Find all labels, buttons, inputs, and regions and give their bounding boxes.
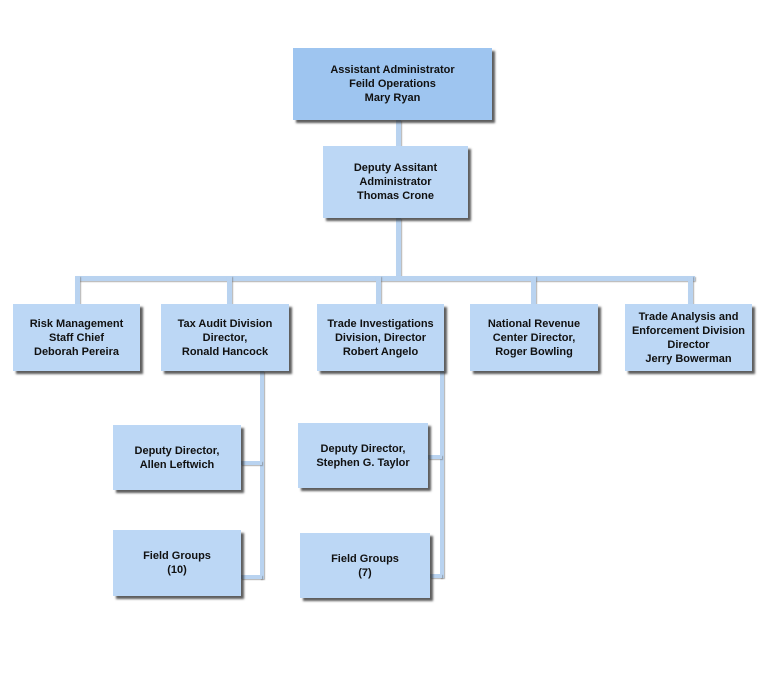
box-line: Trade Analysis and xyxy=(638,310,739,323)
connector-tax-audit-to-deputy xyxy=(241,461,262,465)
box-tax-audit-field-groups: Field Groups (10) xyxy=(113,530,241,596)
box-line: Feild Operations xyxy=(349,78,436,90)
box-line: National Revenue xyxy=(487,317,581,330)
box-line: Deborah Pereira xyxy=(34,345,119,358)
connector-trade-inv-spine xyxy=(440,371,444,578)
box-line: Deputy Director, xyxy=(134,444,220,457)
box-line: Ronald Hancock xyxy=(181,345,269,358)
box-national-revenue-center: National Revenue Center Director, Roger … xyxy=(470,304,598,371)
box-line: Center Director, xyxy=(492,331,576,344)
connector-tax-audit-to-field-groups xyxy=(241,575,262,579)
box-line: Staff Chief xyxy=(49,331,104,344)
box-line: Thomas Crone xyxy=(356,190,434,202)
box-line: Enforcement Division xyxy=(631,324,746,337)
connector-bus-to-trade-analysis xyxy=(688,276,693,304)
box-line: Assistant Administrator xyxy=(330,64,455,76)
box-trade-inv-field-groups: Field Groups (7) xyxy=(300,533,430,598)
box-line: Field Groups xyxy=(331,552,399,565)
box-line: Field Groups xyxy=(143,550,211,562)
connector-tax-audit-spine xyxy=(260,371,264,579)
box-line: Tax Audit Division xyxy=(177,317,273,330)
box-deputy-assistant-administrator: Deputy Assitant Administrator Thomas Cro… xyxy=(323,146,468,218)
connector-bus-to-nrc xyxy=(531,276,536,304)
box-line: Robert Angelo xyxy=(342,345,419,358)
box-tax-audit-deputy-director: Deputy Director, Allen Leftwich xyxy=(113,425,241,490)
box-line: Trade Investigations xyxy=(327,317,434,330)
box-risk-management: Risk Management Staff Chief Deborah Pere… xyxy=(13,304,140,371)
box-trade-analysis-enforcement: Trade Analysis and Enforcement Division … xyxy=(625,304,752,371)
box-line: Jerry Bowerman xyxy=(645,352,732,365)
connector-deputy-to-bus xyxy=(396,218,401,278)
box-line: (7) xyxy=(358,566,372,579)
box-line: (10) xyxy=(167,564,187,576)
box-line: Administrator xyxy=(359,176,432,188)
box-line: Director, xyxy=(202,331,248,344)
connector-top-to-deputy xyxy=(396,120,401,146)
connector-bus-to-trade-inv xyxy=(376,276,381,304)
box-trade-investigations-division: Trade Investigations Division, Director … xyxy=(317,304,444,371)
box-line: Division, Director xyxy=(334,331,427,344)
connector-bus-to-tax-audit xyxy=(227,276,232,304)
box-line: Allen Leftwich xyxy=(139,458,215,471)
box-tax-audit-division: Tax Audit Division Director, Ronald Hanc… xyxy=(161,304,289,371)
connector-bus-to-risk xyxy=(75,276,80,304)
connector-horizontal-bus xyxy=(75,276,695,281)
box-line: Deputy Assitant xyxy=(353,162,438,174)
box-assistant-administrator: Assistant Administrator Feild Operations… xyxy=(293,48,492,120)
box-trade-inv-deputy-director: Deputy Director, Stephen G. Taylor xyxy=(298,423,428,488)
box-line: Mary Ryan xyxy=(364,92,421,104)
connector-trade-inv-to-deputy xyxy=(428,455,442,459)
box-line: Risk Management xyxy=(29,317,124,330)
box-line: Director xyxy=(667,338,710,351)
box-line: Deputy Director, xyxy=(320,442,406,455)
box-line: Stephen G. Taylor xyxy=(316,456,410,469)
connector-trade-inv-to-field-groups xyxy=(430,574,442,578)
box-line: Roger Bowling xyxy=(495,345,573,358)
